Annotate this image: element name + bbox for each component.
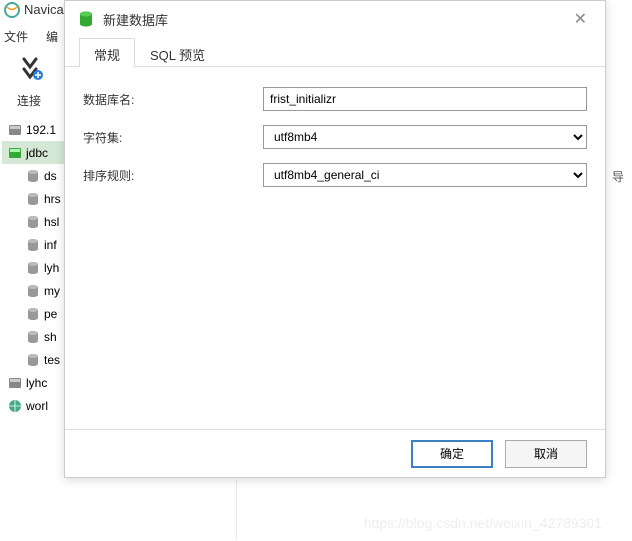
database-icon <box>26 353 40 367</box>
database-icon <box>26 330 40 344</box>
dialog-footer: 确定 取消 <box>65 429 605 477</box>
dbname-input[interactable] <box>263 87 587 111</box>
tree-item-db[interactable]: ds <box>2 164 72 187</box>
tree-item-db[interactable]: hsl <box>2 210 72 233</box>
tab-sql-preview[interactable]: SQL 预览 <box>135 38 220 67</box>
tab-general[interactable]: 常规 <box>79 38 135 67</box>
close-icon[interactable]: ✕ <box>568 9 593 29</box>
dialog-titlebar: 新建数据库 ✕ <box>65 1 605 37</box>
tree-item-server[interactable]: lyhc <box>2 371 72 394</box>
database-icon <box>26 192 40 206</box>
ok-button[interactable]: 确定 <box>411 440 493 468</box>
database-icon <box>26 238 40 252</box>
tree-item-db[interactable]: lyh <box>2 256 72 279</box>
tree-item-db[interactable]: sh <box>2 325 72 348</box>
tree-label: lyhc <box>26 376 47 390</box>
dialog-title: 新建数据库 <box>103 10 168 29</box>
database-icon <box>26 284 40 298</box>
menu-file[interactable]: 文件 <box>4 28 28 45</box>
tree-label: ds <box>44 169 57 183</box>
tree-label: inf <box>44 238 57 252</box>
connect-label: 连接 <box>17 92 41 109</box>
tree-label: lyh <box>44 261 59 275</box>
server-icon <box>8 146 22 160</box>
collation-label: 排序规则: <box>83 167 263 184</box>
tree-label: worl <box>26 399 48 413</box>
database-icon <box>77 10 95 28</box>
right-panel-label: 导 <box>612 168 624 185</box>
globe-icon <box>8 399 22 413</box>
charset-select[interactable]: utf8mb4 <box>263 125 587 149</box>
dbname-label: 数据库名: <box>83 91 263 108</box>
dialog-tabs: 常规 SQL 预览 <box>65 37 605 67</box>
charset-label: 字符集: <box>83 129 263 146</box>
tree-item-db[interactable]: pe <box>2 302 72 325</box>
tree-item-server[interactable]: worl <box>2 394 72 417</box>
database-icon <box>26 215 40 229</box>
tree-label: 192.1 <box>26 123 56 137</box>
tree-item-server[interactable]: jdbc <box>2 141 72 164</box>
watermark: https://blog.csdn.net/weixin_42789301 <box>364 515 602 531</box>
database-icon <box>26 169 40 183</box>
connection-tree: 192.1 jdbc ds hrs hsl inf lyh my pe sh t… <box>2 118 72 417</box>
tree-item-server[interactable]: 192.1 <box>2 118 72 141</box>
tree-item-db[interactable]: tes <box>2 348 72 371</box>
connect-icon[interactable] <box>16 55 46 88</box>
cancel-button[interactable]: 取消 <box>505 440 587 468</box>
database-icon <box>26 261 40 275</box>
divider <box>236 480 237 540</box>
tree-label: pe <box>44 307 57 321</box>
tree-label: sh <box>44 330 57 344</box>
tree-item-db[interactable]: inf <box>2 233 72 256</box>
tree-item-db[interactable]: hrs <box>2 187 72 210</box>
server-icon <box>8 376 22 390</box>
tree-label: hsl <box>44 215 59 229</box>
collation-select[interactable]: utf8mb4_general_ci <box>263 163 587 187</box>
dialog-body: 数据库名: 字符集: utf8mb4 排序规则: utf8mb4_general… <box>65 67 605 221</box>
tree-label: tes <box>44 353 60 367</box>
database-icon <box>26 307 40 321</box>
app-title: Navica <box>24 2 64 17</box>
tree-item-db[interactable]: my <box>2 279 72 302</box>
tree-label: my <box>44 284 60 298</box>
tree-label: jdbc <box>26 146 48 160</box>
menu-edit[interactable]: 编 <box>46 28 58 45</box>
server-icon <box>8 123 22 137</box>
tree-label: hrs <box>44 192 61 206</box>
app-logo-icon <box>4 2 20 18</box>
new-database-dialog: 新建数据库 ✕ 常规 SQL 预览 数据库名: 字符集: utf8mb4 排序规… <box>64 0 606 478</box>
